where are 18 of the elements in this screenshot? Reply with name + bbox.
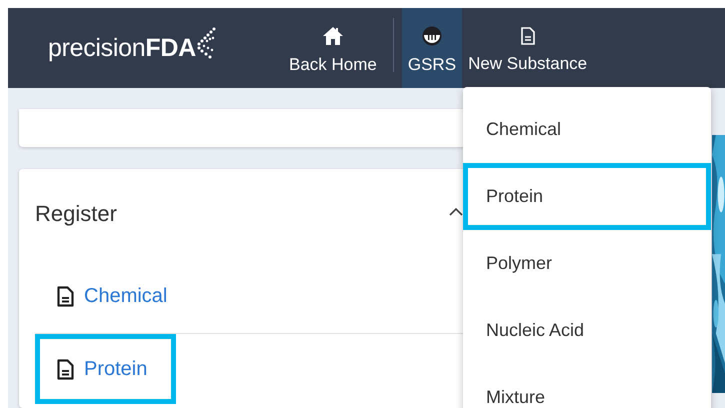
register-link[interactable]: Chemical xyxy=(35,261,196,331)
register-title: Register xyxy=(35,201,117,227)
document-icon xyxy=(57,286,74,306)
document-icon xyxy=(57,358,74,380)
chevron-icon[interactable] xyxy=(449,206,463,216)
back-home-button[interactable]: Back Home xyxy=(283,8,383,88)
menu-item[interactable]: Protein xyxy=(463,163,711,230)
menu-item[interactable]: Nucleic Acid xyxy=(463,297,711,364)
gsrs-logo-icon xyxy=(422,26,442,46)
home-icon xyxy=(322,26,344,46)
new-substance-button[interactable]: New Substance xyxy=(462,8,594,88)
menu-item[interactable]: Polymer xyxy=(463,230,711,297)
gsrs-button[interactable]: GSRS xyxy=(402,8,462,88)
menu-item[interactable]: Mixture xyxy=(463,364,711,408)
logo-text[interactable]: precisionFDA xyxy=(48,34,196,62)
menu-item[interactable]: Chemical xyxy=(463,96,711,163)
register-link[interactable]: Protein xyxy=(35,334,176,404)
document-icon xyxy=(520,26,535,44)
